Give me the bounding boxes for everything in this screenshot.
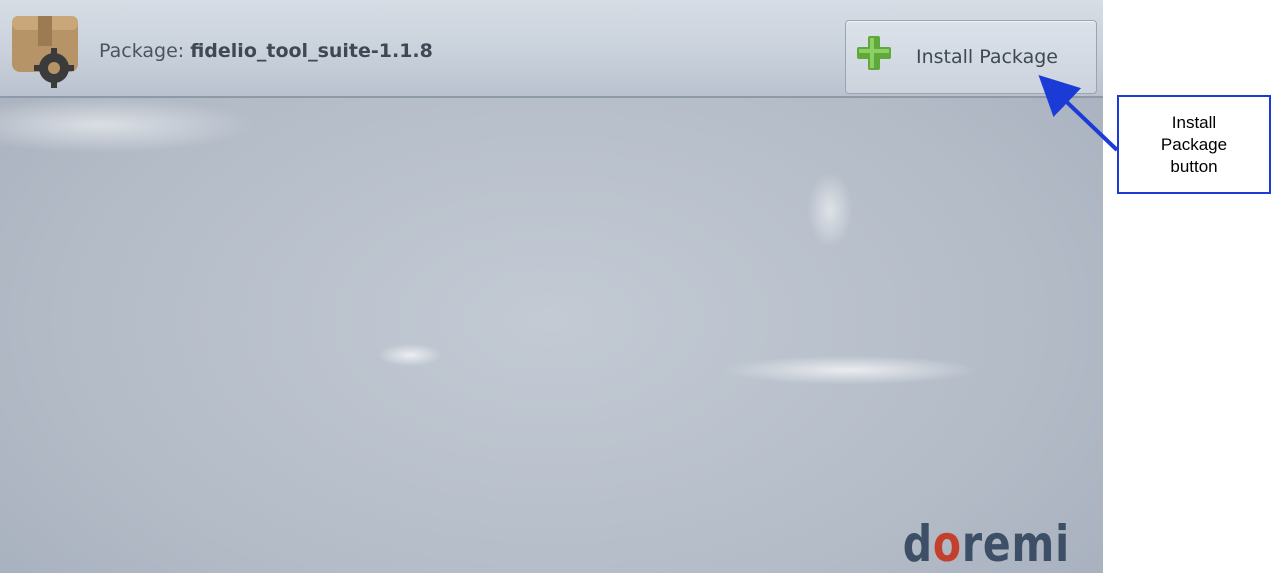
package-name: fidelio_tool_suite-1.1.8 (190, 40, 433, 62)
annotation-callout: Install Package button (1117, 95, 1271, 194)
device-screen: Package: fidelio_tool_suite-1.1.8 Instal… (0, 0, 1103, 573)
install-package-label: Install Package (916, 46, 1058, 68)
package-label: Package: (99, 40, 185, 62)
annotation-text: Install Package button (1160, 112, 1228, 176)
install-package-button[interactable]: Install Package (845, 20, 1097, 94)
plus-icon (857, 36, 891, 70)
package-title: Package: fidelio_tool_suite-1.1.8 (99, 40, 433, 62)
top-bar: Package: fidelio_tool_suite-1.1.8 Instal… (0, 0, 1103, 98)
doremi-logo: doremi (902, 515, 1070, 573)
package-gear-icon (12, 16, 78, 88)
